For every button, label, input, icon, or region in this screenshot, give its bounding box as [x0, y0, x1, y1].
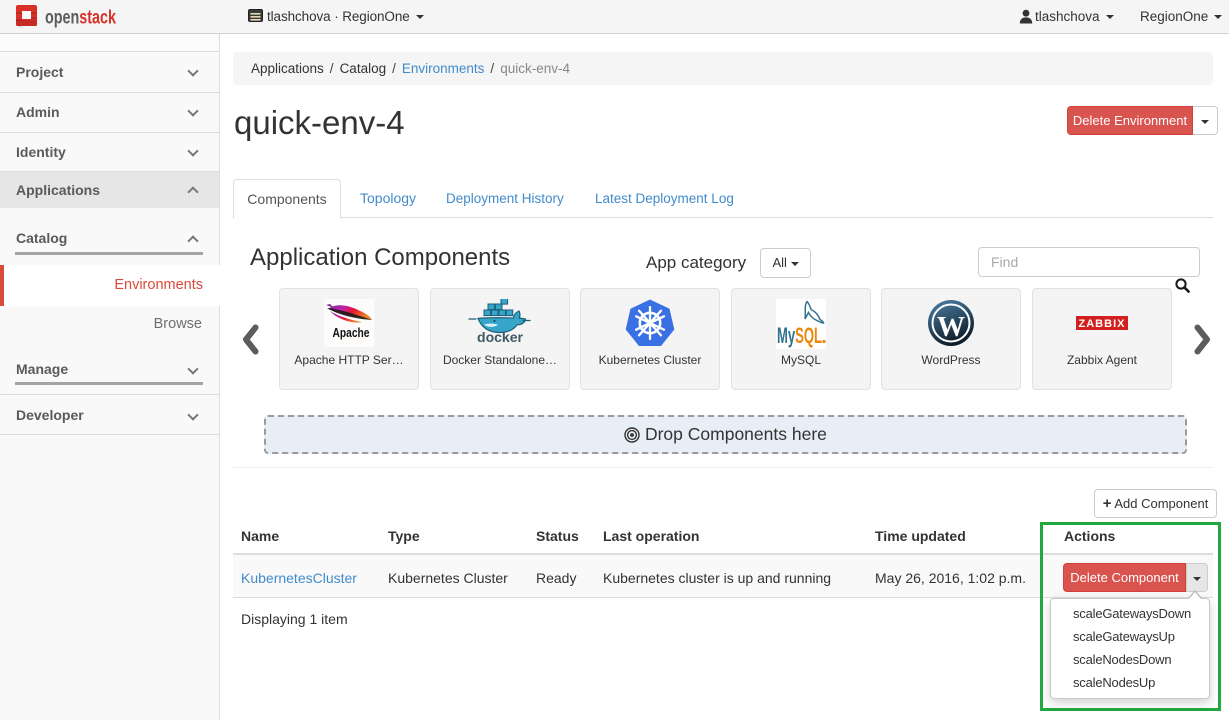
- svg-text:ZABBIX: ZABBIX: [1079, 318, 1126, 330]
- svg-text:MySQL: MySQL: [777, 323, 822, 348]
- svg-text:Apache: Apache: [333, 325, 370, 340]
- svg-text:W: W: [937, 312, 965, 343]
- svg-text:openstack: openstack: [45, 7, 116, 29]
- svg-text:docker: docker: [477, 330, 524, 343]
